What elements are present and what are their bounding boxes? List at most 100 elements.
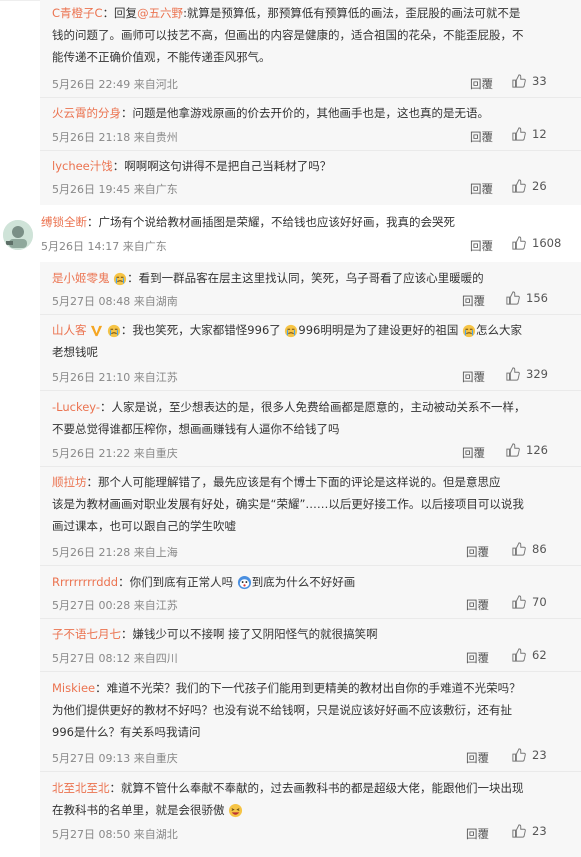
avatar[interactable]	[3, 220, 33, 250]
reply-button[interactable]: 回覆	[466, 597, 489, 613]
reply-button[interactable]: 回覆	[466, 826, 489, 842]
like-count: 26	[532, 179, 547, 193]
like-count: 23	[532, 824, 547, 838]
like-button[interactable]: 62	[512, 648, 547, 662]
reply-button[interactable]: 回覆	[466, 650, 489, 666]
like-count: 86	[532, 542, 547, 556]
comment-body-line2: 钱的问题了。画师可以技艺不高，但画出的内容是健康的，适合祖国的花朵，不能歪屁股，…	[52, 28, 524, 42]
thumbs-up-icon	[512, 179, 526, 193]
username[interactable]: lychee汁饯	[52, 159, 113, 173]
like-button[interactable]: 12	[512, 127, 547, 141]
separator: ：	[127, 271, 139, 285]
divider	[40, 97, 581, 98]
reply-button[interactable]: 回覆	[470, 238, 493, 254]
comment-text: 是小姬零鬼 ：看到一群品客在层主这里找认同，笑死，乌子哥看了应该心里暖暖的	[52, 267, 552, 289]
like-button[interactable]: 86	[512, 542, 547, 556]
username[interactable]: -Luckey-	[52, 400, 100, 414]
comment-body-line3: 画过课本，也可以跟自己的学生吹嘘	[52, 519, 236, 533]
separator: ：	[120, 323, 133, 337]
reply-button[interactable]: 回覆	[462, 445, 485, 461]
reply-button[interactable]: 回覆	[462, 369, 485, 385]
comment-body: 你们到底有正常人吗	[129, 575, 234, 589]
username[interactable]: 顺拉坊	[52, 475, 87, 489]
username[interactable]: 缚锁全断	[41, 215, 87, 229]
comment-text: Rrrrrrrrrddd：你们到底有正常人吗 到底为什么不好好画	[52, 571, 552, 593]
like-button[interactable]: 33	[512, 74, 547, 88]
like-count: 33	[532, 74, 547, 88]
reply-button[interactable]: 回覆	[470, 181, 493, 197]
comment-timestamp: 5月26日 22:49 来自河北	[52, 78, 178, 91]
reply-button[interactable]: 回覆	[470, 129, 493, 145]
like-count: 156	[526, 291, 548, 305]
surprised-emoji-icon	[237, 575, 251, 590]
username[interactable]: 山人客	[52, 323, 87, 337]
like-count: 23	[532, 748, 547, 762]
thumbs-up-icon	[512, 236, 526, 250]
separator: ：	[100, 400, 112, 414]
comment-text: C青橙子C：回复@五六野:就算是预算低，那预算低有预算低的画法，歪屁股的画法可就…	[52, 2, 552, 68]
comment-timestamp: 5月26日 21:28 来自上海	[52, 546, 178, 559]
like-count: 70	[532, 595, 547, 609]
separator: ：	[118, 575, 130, 589]
separator: ：	[121, 627, 133, 641]
comment-timestamp: 5月26日 19:45 来自广东	[52, 183, 178, 196]
like-count: 126	[526, 443, 548, 457]
comment-timestamp: 5月26日 21:18 来自贵州	[52, 131, 178, 144]
comment-body: :就算是预算低，那预算低有预算低的画法，歪屁股的画法可就不是	[183, 6, 521, 20]
comment-body: 人家是说，至少想表达的是，很多人免费给画都是愿意的，主动被动关系不一样，	[111, 400, 526, 414]
comment-timestamp: 5月27日 08:48 来自湖南	[52, 295, 178, 308]
divider	[40, 150, 581, 151]
username[interactable]: Rrrrrrrrrddd	[52, 575, 118, 589]
like-button[interactable]: 26	[512, 179, 547, 193]
username[interactable]: 子不语七月七	[52, 627, 121, 641]
thumbs-up-icon	[512, 542, 526, 556]
like-count: 1608	[532, 236, 562, 250]
divider	[40, 618, 581, 619]
comment-body: 难道不光荣？我们的下一代孩子们能用到更精美的教材出自你的手难道不光荣吗？	[106, 681, 521, 695]
comment-body-part2: 到底为什么不好好画	[251, 575, 356, 589]
comment-text: 山人客 ：我也笑死，大家都错怪996了 996明明是为了建设更好的祖国 怎么大家…	[52, 319, 552, 363]
comment-text: lychee汁饯：啊啊啊这句讲得不是把自己当耗材了吗？	[52, 155, 552, 177]
like-button[interactable]: 23	[512, 824, 547, 838]
like-button[interactable]: 156	[506, 291, 548, 305]
username[interactable]: Miskiee	[52, 681, 95, 695]
username[interactable]: 火云霄的分身	[52, 106, 121, 120]
like-button[interactable]: 1608	[512, 236, 561, 250]
username[interactable]: 北至北至北	[52, 781, 110, 795]
comment-text: Miskiee：难道不光荣？我们的下一代孩子们能用到更精美的教材出自你的手难道不…	[52, 677, 562, 743]
comment-text: 火云霄的分身：问题是他拿游戏原画的价去开价的，其他画手也是，这也真的是无语。	[52, 102, 552, 124]
comment-body: 嫌钱少可以不接啊 接了又阴阳怪气的就很搞笑啊	[132, 627, 378, 641]
reply-button[interactable]: 回覆	[466, 544, 489, 560]
comment-body-line2: 不要总觉得谁都压榨你，想画画赚钱有人逼你不给钱了吗	[52, 422, 340, 436]
like-button[interactable]: 23	[512, 748, 547, 762]
comment-timestamp: 5月26日 21:22 来自重庆	[52, 447, 178, 460]
crying-emoji-icon	[462, 324, 476, 337]
thumbs-up-icon	[506, 291, 520, 305]
reply-button[interactable]: 回覆	[466, 750, 489, 766]
comment-body: 那个人可能理解错了，最先应该是有个博士下面的评论是这样说的。但是意思应	[98, 475, 501, 489]
like-button[interactable]: 126	[506, 443, 548, 457]
like-button[interactable]: 329	[506, 367, 548, 381]
reply-button[interactable]: 回覆	[462, 293, 485, 309]
like-button[interactable]: 70	[512, 595, 547, 609]
comment-body: 我也笑死，大家都错怪996了	[132, 323, 281, 337]
comment-text: -Luckey-：人家是说，至少想表达的是，很多人免费给画都是愿意的，主动被动关…	[52, 396, 552, 440]
thumbs-up-icon	[506, 443, 520, 457]
comment-text: 缚锁全断：广场有个说给教材画插图是荣耀，不给钱也应该好好画，我真的会哭死	[41, 211, 571, 233]
divider	[40, 314, 581, 315]
comment-body-line2: 为他们提供更好的教材不好吗？也没有说不给钱啊，只是说应该好好画不应该敷衍，还有扯	[52, 703, 512, 717]
mention-link[interactable]: @五六野	[137, 6, 183, 20]
comment-body-part3: 怎么大家	[476, 323, 523, 337]
comment-timestamp: 5月27日 08:50 来自湖北	[52, 828, 178, 841]
username[interactable]: 是小姬零鬼	[52, 271, 110, 285]
thumbs-up-icon	[512, 595, 526, 609]
comment-timestamp: 5月27日 09:13 来自重庆	[52, 752, 178, 765]
divider	[40, 390, 581, 391]
separator: ：	[87, 215, 99, 229]
crying-emoji-icon	[285, 324, 298, 337]
reply-button[interactable]: 回覆	[470, 76, 493, 92]
like-count: 12	[532, 127, 547, 141]
divider	[40, 565, 581, 566]
username[interactable]: C青橙子C	[52, 6, 103, 20]
comment-timestamp: 5月27日 08:12 来自四川	[52, 652, 178, 665]
